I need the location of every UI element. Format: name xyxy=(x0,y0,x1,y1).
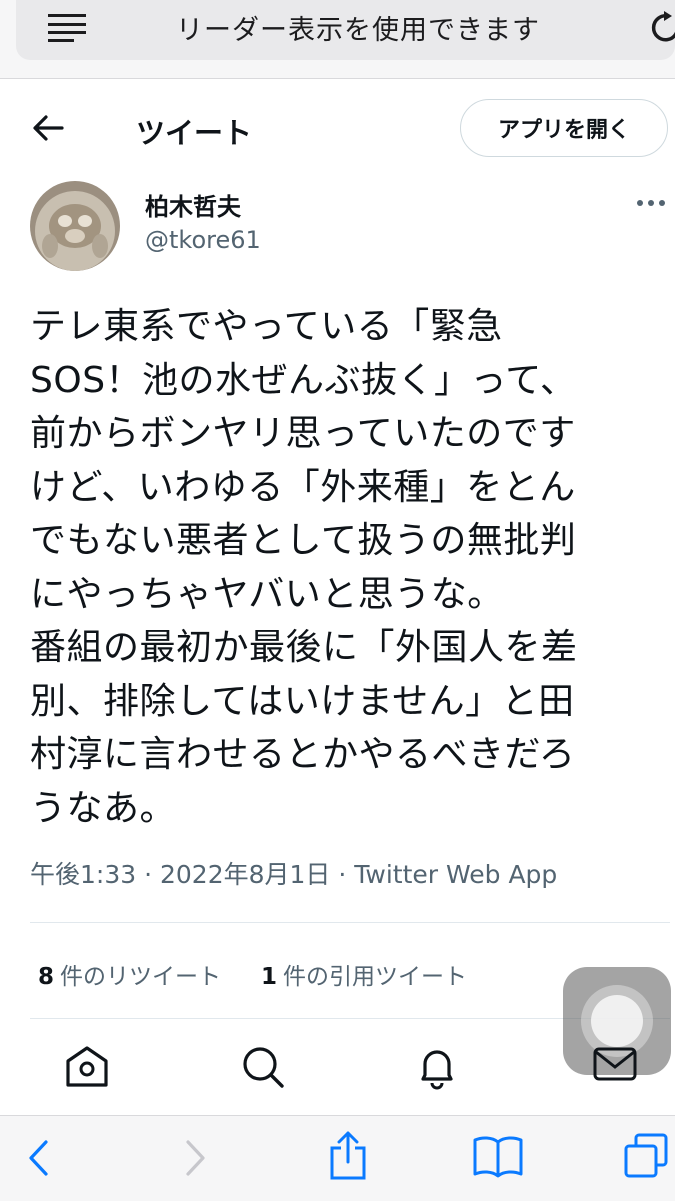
safari-toolbar xyxy=(0,1115,675,1201)
bookmarks-icon[interactable] xyxy=(472,1134,524,1178)
bell-icon[interactable] xyxy=(414,1045,460,1091)
author-name[interactable]: 柏木哲夫 xyxy=(145,187,241,222)
mail-icon[interactable] xyxy=(593,1047,637,1083)
assistive-touch-button[interactable] xyxy=(563,967,671,1081)
tweet-timestamp[interactable]: 午後1:33 · 2022年8月1日 · Twitter Web App xyxy=(30,855,557,891)
reader-available-text[interactable]: リーダー表示を使用できます xyxy=(176,8,540,47)
reload-icon[interactable] xyxy=(650,10,675,46)
url-field[interactable]: リーダー表示を使用できます xyxy=(16,0,675,60)
search-icon[interactable] xyxy=(240,1045,286,1089)
reader-view-icon[interactable] xyxy=(48,12,92,42)
tabs-icon[interactable] xyxy=(622,1132,670,1180)
home-icon[interactable] xyxy=(64,1045,110,1089)
back-icon[interactable] xyxy=(26,1138,50,1178)
quotes-stat[interactable]: 1 件の引用ツイート xyxy=(261,957,467,991)
retweets-stat[interactable]: 8 件のリツイート xyxy=(38,957,221,991)
tweet-text: テレ東系でやっている「緊急 SOS！池の水ぜんぶ抜く」って、 前からボンヤリ思っ… xyxy=(30,306,578,829)
page-title: ツイート xyxy=(136,116,253,150)
open-app-button[interactable]: アプリを開く xyxy=(460,99,668,157)
avatar[interactable] xyxy=(30,181,120,271)
author-handle[interactable]: @tkore61 xyxy=(145,226,261,254)
divider xyxy=(30,922,670,923)
forward-icon[interactable] xyxy=(184,1138,208,1178)
more-icon[interactable] xyxy=(636,198,666,208)
share-icon[interactable] xyxy=(328,1130,368,1182)
tweet-header: ツイート アプリを開く xyxy=(0,80,675,180)
tweet-stats: 8 件のリツイート 1 件の引用ツイート xyxy=(38,957,467,991)
back-arrow-icon[interactable] xyxy=(32,114,64,142)
safari-address-bar: リーダー表示を使用できます xyxy=(0,0,675,79)
